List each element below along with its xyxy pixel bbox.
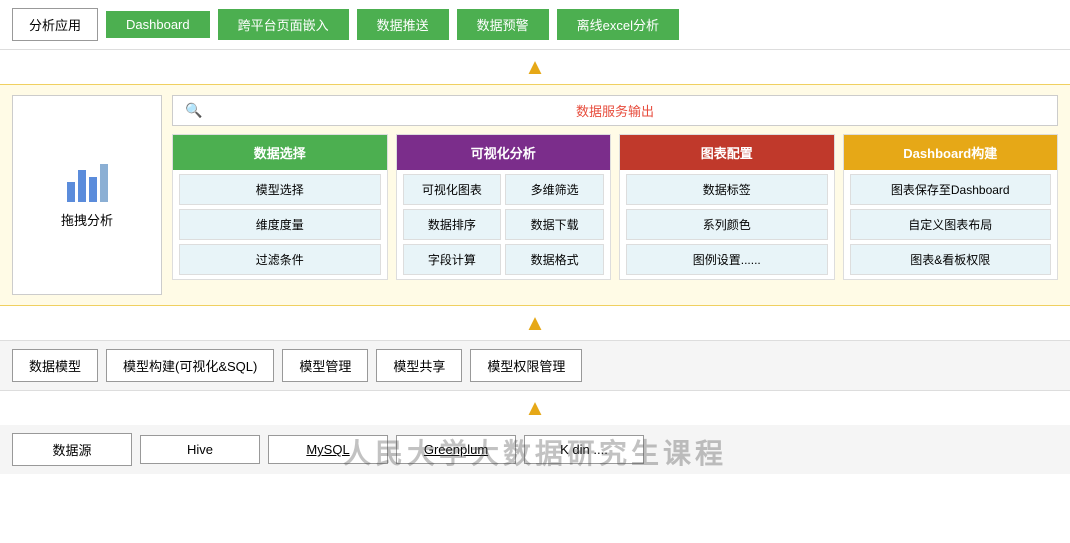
item-data-label[interactable]: 数据标签 xyxy=(626,174,828,205)
item-field-calc[interactable]: 字段计算 xyxy=(403,244,502,275)
search-icon: 🔍 xyxy=(185,102,202,119)
data-monitor-btn[interactable]: 数据预警 xyxy=(457,9,549,40)
data-source-label: 数据源 xyxy=(12,433,132,466)
panel-visual-analysis: 可视化分析 可视化图表 多维筛选 数据排序 数据下载 字段计算 数据格式 xyxy=(396,134,612,280)
model-manage-item[interactable]: 模型管理 xyxy=(282,349,368,382)
item-model-select[interactable]: 模型选择 xyxy=(179,174,381,205)
hive-item[interactable]: Hive xyxy=(140,435,260,464)
arrow-up-2: ▲ xyxy=(0,306,1070,340)
bar-4 xyxy=(100,164,108,202)
item-filter[interactable]: 过滤条件 xyxy=(179,244,381,275)
data-model-label: 数据模型 xyxy=(12,349,98,382)
item-chart-permission[interactable]: 图表&看板权限 xyxy=(850,244,1052,275)
item-dimension[interactable]: 维度度量 xyxy=(179,209,381,240)
model-permission-item[interactable]: 模型权限管理 xyxy=(470,349,582,382)
bar-3 xyxy=(89,177,97,202)
model-build-item[interactable]: 模型构建(可视化&SQL) xyxy=(106,349,274,382)
bar-1 xyxy=(67,182,75,202)
item-legend-config[interactable]: 图例设置...... xyxy=(626,244,828,275)
item-series-color[interactable]: 系列颜色 xyxy=(626,209,828,240)
greenplum-item[interactable]: Greenplum xyxy=(396,435,516,464)
data-model-section: 数据模型 模型构建(可视化&SQL) 模型管理 模型共享 模型权限管理 xyxy=(0,340,1070,391)
panel-visual-header: 可视化分析 xyxy=(397,135,611,170)
mysql-item[interactable]: MySQL xyxy=(268,435,388,464)
panels-grid: 数据选择 模型选择 维度度量 过滤条件 可视化分析 可视化图表 多维筛选 数据排… xyxy=(172,134,1058,280)
right-area: 🔍 数据服务输出 数据选择 模型选择 维度度量 过滤条件 可视化分析 xyxy=(172,95,1058,295)
panel-dashboard-items: 图表保存至Dashboard 自定义图表布局 图表&看板权限 xyxy=(844,170,1058,279)
drag-analysis-box: 拖拽分析 xyxy=(12,95,162,295)
model-share-item[interactable]: 模型共享 xyxy=(376,349,462,382)
item-multi-filter[interactable]: 多维筛选 xyxy=(505,174,604,205)
drag-analysis-label: 拖拽分析 xyxy=(61,210,113,229)
panel-chart-config: 图表配置 数据标签 系列颜色 图例设置...... xyxy=(619,134,835,280)
panel-chart-items: 数据标签 系列颜色 图例设置...... xyxy=(620,170,834,279)
panel-data-select-header: 数据选择 xyxy=(173,135,387,170)
panel-chart-header: 图表配置 xyxy=(620,135,834,170)
data-source-section: 数据源 Hive MySQL Greenplum K din .... 人民大学… xyxy=(0,425,1070,474)
middle-section: 拖拽分析 🔍 数据服务输出 数据选择 模型选择 维度度量 过滤条件 xyxy=(0,84,1070,306)
item-custom-layout[interactable]: 自定义图表布局 xyxy=(850,209,1052,240)
excel-btn[interactable]: 离线excel分析 xyxy=(557,9,679,40)
item-visual-chart[interactable]: 可视化图表 xyxy=(403,174,502,205)
panel-data-select-items: 模型选择 维度度量 过滤条件 xyxy=(173,170,387,279)
data-service-output-label: 数据服务输出 xyxy=(576,101,654,120)
arrow-up-3: ▲ xyxy=(0,391,1070,425)
bar-2 xyxy=(78,170,86,202)
panel-visual-items: 可视化图表 多维筛选 数据排序 数据下载 字段计算 数据格式 xyxy=(397,170,611,279)
item-data-format[interactable]: 数据格式 xyxy=(505,244,604,275)
arrow-up-1: ▲ xyxy=(0,50,1070,84)
other-item[interactable]: K din .... xyxy=(524,435,644,464)
item-data-sort[interactable]: 数据排序 xyxy=(403,209,502,240)
search-bar: 🔍 数据服务输出 xyxy=(172,95,1058,126)
data-push-btn[interactable]: 数据推送 xyxy=(357,9,449,40)
cross-platform-btn[interactable]: 跨平台页面嵌入 xyxy=(218,9,349,40)
top-row: 分析应用 Dashboard 跨平台页面嵌入 数据推送 数据预警 离线excel… xyxy=(0,0,1070,50)
item-data-download[interactable]: 数据下载 xyxy=(505,209,604,240)
item-save-dashboard[interactable]: 图表保存至Dashboard xyxy=(850,174,1052,205)
panel-dashboard-header: Dashboard构建 xyxy=(844,135,1058,170)
analysis-app-label: 分析应用 xyxy=(12,8,98,41)
panel-data-select: 数据选择 模型选择 维度度量 过滤条件 xyxy=(172,134,388,280)
dashboard-btn[interactable]: Dashboard xyxy=(106,11,210,38)
chart-icon xyxy=(67,162,108,202)
panel-dashboard-build: Dashboard构建 图表保存至Dashboard 自定义图表布局 图表&看板… xyxy=(843,134,1059,280)
